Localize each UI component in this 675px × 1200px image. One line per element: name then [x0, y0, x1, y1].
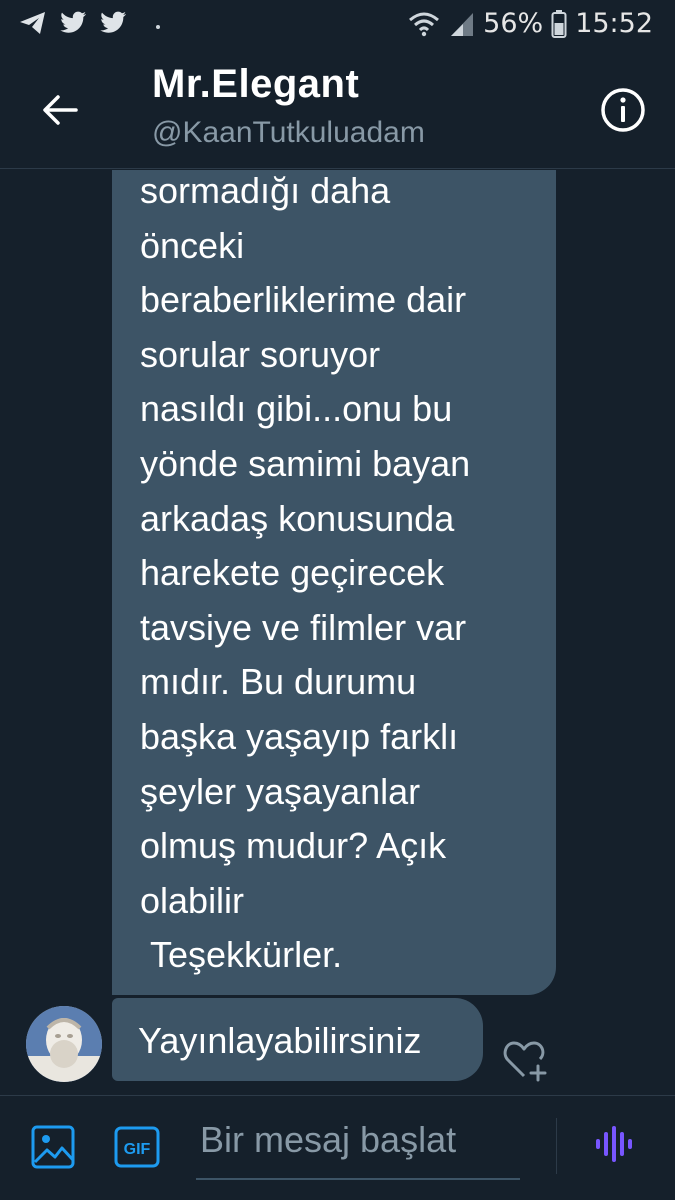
- wifi-icon: [409, 12, 440, 36]
- arrow-left-icon[interactable]: [36, 86, 84, 134]
- battery-percent: 56%: [483, 8, 544, 39]
- message-text: Yayınlayabilirsiniz: [138, 1020, 422, 1061]
- statue-avatar-image: [26, 1006, 102, 1082]
- notification-dot: [156, 25, 160, 29]
- message-input[interactable]: [196, 1110, 520, 1170]
- message-list[interactable]: sormadığı daha önceki beraberliklerime d…: [0, 170, 675, 1095]
- telegram-icon: [20, 12, 45, 34]
- status-left-icons: [18, 10, 160, 36]
- message-bubble[interactable]: sormadığı daha önceki beraberliklerime d…: [112, 170, 556, 995]
- twitter-icon: [100, 11, 126, 33]
- twitter-icon: [60, 11, 86, 33]
- status-bar: 56% 15:52: [0, 0, 675, 54]
- conversation-header: Mr.Elegant @KaanTutkuluadam: [0, 54, 675, 169]
- clock: 15:52: [575, 8, 653, 39]
- voice-message-icon[interactable]: [594, 1124, 638, 1164]
- battery-icon: [551, 9, 567, 38]
- message-composer: GIF: [0, 1095, 675, 1200]
- gif-label: GIF: [124, 1141, 151, 1158]
- status-right-icons: 56% 15:52: [407, 8, 653, 39]
- message-bubble[interactable]: Yayınlayabilirsiniz: [112, 998, 483, 1081]
- conversation-title[interactable]: Mr.Elegant: [152, 62, 359, 107]
- gif-icon[interactable]: GIF: [114, 1126, 160, 1168]
- composer-divider: [556, 1118, 557, 1174]
- avatar[interactable]: [26, 1006, 102, 1082]
- image-icon[interactable]: [30, 1124, 76, 1170]
- conversation-handle[interactable]: @KaanTutkuluadam: [152, 116, 425, 150]
- signal-icon: [451, 12, 474, 36]
- message-text: sormadığı daha önceki beraberliklerime d…: [140, 170, 471, 976]
- message-input-wrapper: [196, 1110, 520, 1180]
- heart-add-icon[interactable]: [500, 1038, 550, 1082]
- info-icon[interactable]: [599, 86, 647, 134]
